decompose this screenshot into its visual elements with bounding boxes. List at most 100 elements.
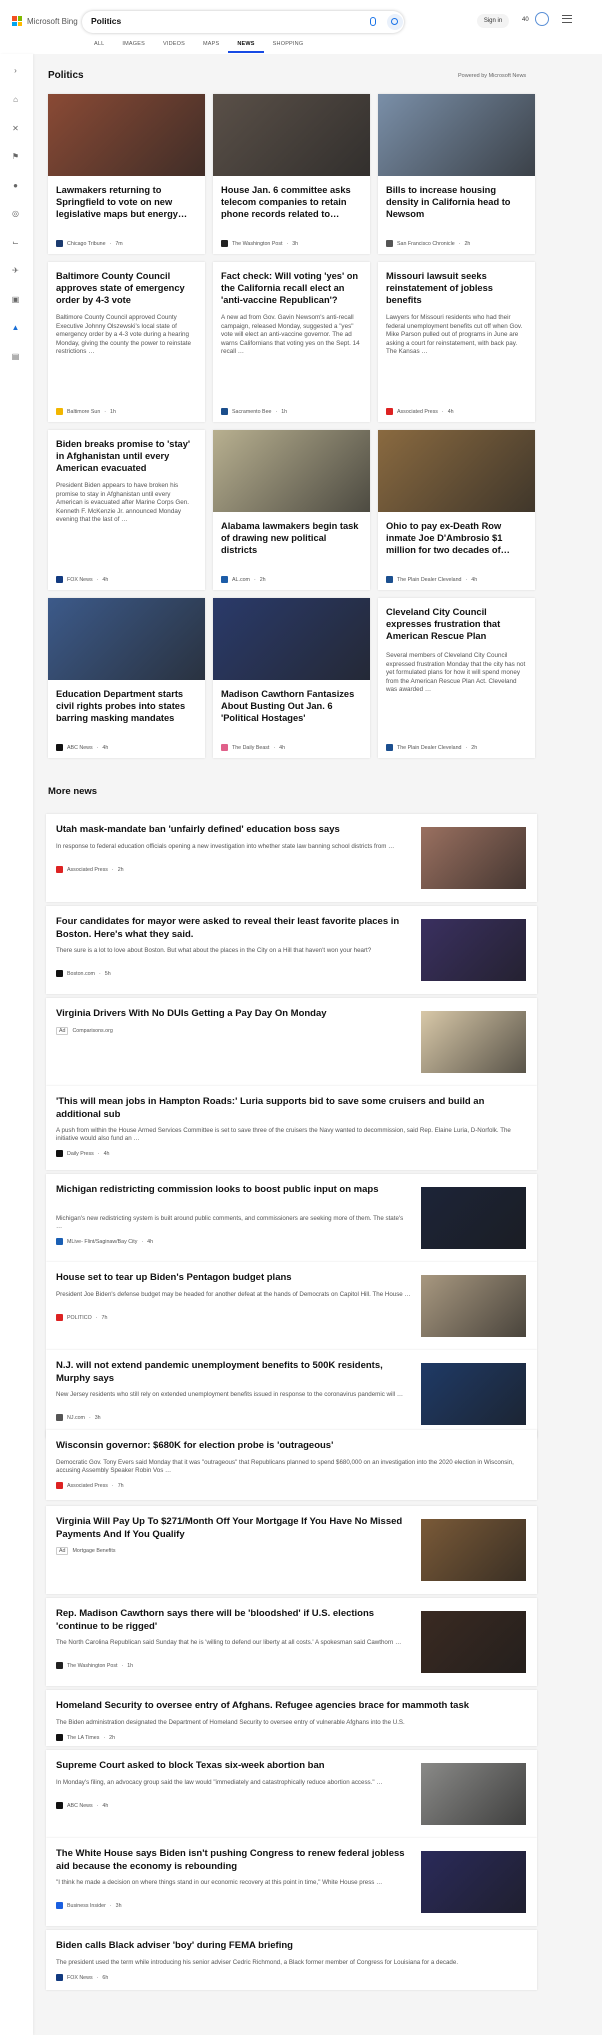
news-item-title[interactable]: Rep. Madison Cawthorn says there will be… xyxy=(56,1608,411,1633)
news-card-source[interactable]: Chicago Tribune · 7m xyxy=(56,240,123,247)
news-item-source[interactable]: Associated Press · 7h xyxy=(56,1482,124,1489)
news-item-source[interactable]: NJ.com · 3h xyxy=(56,1414,101,1421)
money-icon[interactable]: ▤ xyxy=(11,352,20,361)
flag-icon[interactable]: ⚑ xyxy=(11,152,20,161)
news-list-item[interactable]: N.J. will not extend pandemic unemployme… xyxy=(46,1350,537,1438)
news-card[interactable]: Education Department starts civil rights… xyxy=(48,598,205,758)
news-card-title[interactable]: Fact check: Will voting 'yes' on the Cal… xyxy=(213,262,370,306)
news-list-item[interactable]: Wisconsin governor: $680K for election p… xyxy=(46,1430,537,1500)
news-item-title[interactable]: Four candidates for mayor were asked to … xyxy=(56,916,411,941)
tab-all[interactable]: ALL xyxy=(85,41,113,53)
tab-news[interactable]: NEWS xyxy=(228,41,264,53)
news-card-title[interactable]: Biden breaks promise to 'stay' in Afghan… xyxy=(48,430,205,474)
tab-videos[interactable]: VIDEOS xyxy=(154,41,194,53)
news-item-source[interactable]: Ad Mortgage Benefits xyxy=(56,1547,115,1555)
news-card-title[interactable]: Baltimore County Council approves state … xyxy=(48,262,205,306)
news-item-thumbnail[interactable] xyxy=(421,1851,526,1913)
globe-icon[interactable]: ◎ xyxy=(11,209,20,218)
news-item-source[interactable]: Ad Comparisons.org xyxy=(56,1027,113,1035)
news-item-source[interactable]: Boston.com · 5h xyxy=(56,970,111,977)
news-list-item[interactable]: Four candidates for mayor were asked to … xyxy=(46,906,537,994)
news-card-source[interactable]: The Plain Dealer Cleveland · 2h xyxy=(386,744,477,751)
sign-in-button[interactable]: Sign in xyxy=(477,14,509,28)
news-card-title[interactable]: Lawmakers returning to Springfield to vo… xyxy=(48,176,205,234)
news-item-thumbnail[interactable] xyxy=(421,919,526,981)
news-item-thumbnail[interactable] xyxy=(421,1363,526,1425)
news-card-source[interactable]: San Francisco Chronicle · 2h xyxy=(386,240,470,247)
news-card-image[interactable] xyxy=(378,94,535,176)
news-card[interactable]: Missouri lawsuit seeks reinstatement of … xyxy=(378,262,535,422)
home-icon[interactable]: ⌂ xyxy=(11,95,20,104)
expand-sidebar-icon[interactable]: › xyxy=(11,66,20,75)
news-list-item[interactable]: Virginia Drivers With No DUIs Getting a … xyxy=(46,998,537,1086)
news-list-item[interactable]: Michigan redistricting commission looks … xyxy=(46,1174,537,1262)
location-pin-icon[interactable]: ● xyxy=(11,181,20,190)
news-card[interactable]: Cleveland City Council expresses frustra… xyxy=(378,598,535,758)
news-item-thumbnail[interactable] xyxy=(421,1275,526,1337)
news-list-item[interactable]: Homeland Security to oversee entry of Af… xyxy=(46,1690,537,1746)
news-item-title[interactable]: Michigan redistricting commission looks … xyxy=(56,1184,411,1197)
news-card[interactable]: House Jan. 6 committee asks telecom comp… xyxy=(213,94,370,254)
news-card-image[interactable] xyxy=(213,430,370,512)
news-item-title[interactable]: 'This will mean jobs in Hampton Roads:' … xyxy=(56,1096,526,1121)
news-card-source[interactable]: FOX News · 4h xyxy=(56,576,108,583)
news-list-item[interactable]: Biden calls Black adviser 'boy' during F… xyxy=(46,1930,537,1990)
news-card-image[interactable] xyxy=(213,598,370,680)
news-card[interactable]: Madison Cawthorn Fantasizes About Bustin… xyxy=(213,598,370,758)
news-card[interactable]: Baltimore County Council approves state … xyxy=(48,262,205,422)
news-list-item[interactable]: Utah mask-mandate ban 'unfairly defined'… xyxy=(46,814,537,902)
news-card-source[interactable]: Sacramento Bee · 1h xyxy=(221,408,287,415)
news-card[interactable]: Fact check: Will voting 'yes' on the Cal… xyxy=(213,262,370,422)
news-item-title[interactable]: Virginia Drivers With No DUIs Getting a … xyxy=(56,1008,411,1021)
news-item-source[interactable]: MLive- Flint/Saginaw/Bay City · 4h xyxy=(56,1238,153,1245)
news-card-title[interactable]: Alabama lawmakers begin task of drawing … xyxy=(213,512,370,570)
news-card[interactable]: Biden breaks promise to 'stay' in Afghan… xyxy=(48,430,205,590)
news-item-title[interactable]: Supreme Court asked to block Texas six-w… xyxy=(56,1760,411,1773)
news-card-source[interactable]: Baltimore Sun · 1h xyxy=(56,408,116,415)
entertainment-icon[interactable]: ▣ xyxy=(11,295,20,304)
news-card-source[interactable]: ABC News · 4h xyxy=(56,744,108,751)
news-item-title[interactable]: Biden calls Black adviser 'boy' during F… xyxy=(56,1940,526,1953)
news-card-source[interactable]: Associated Press · 4h xyxy=(386,408,454,415)
news-item-source[interactable]: The Washington Post · 1h xyxy=(56,1662,133,1669)
news-item-title[interactable]: House set to tear up Biden's Pentagon bu… xyxy=(56,1272,411,1285)
news-item-title[interactable]: N.J. will not extend pandemic unemployme… xyxy=(56,1360,411,1385)
news-item-source[interactable]: Associated Press · 2h xyxy=(56,866,124,873)
news-card-image[interactable] xyxy=(48,94,205,176)
news-item-title[interactable]: Virginia Will Pay Up To $271/Month Off Y… xyxy=(56,1516,411,1541)
bing-logo[interactable]: Microsoft Bing xyxy=(12,16,78,26)
science-icon[interactable]: ✈ xyxy=(11,266,20,275)
news-item-source[interactable]: FOX News · 6h xyxy=(56,1974,108,1981)
news-card[interactable]: Lawmakers returning to Springfield to vo… xyxy=(48,94,205,254)
business-icon[interactable]: ⌙ xyxy=(11,238,20,247)
hamburger-menu-icon[interactable] xyxy=(562,15,572,23)
news-card-source[interactable]: The Daily Beast · 4h xyxy=(221,744,285,751)
news-card-title[interactable]: Madison Cawthorn Fantasizes About Bustin… xyxy=(213,680,370,738)
trending-icon[interactable]: ✕ xyxy=(11,124,20,133)
news-item-title[interactable]: Wisconsin governor: $680K for election p… xyxy=(56,1440,526,1453)
news-list-item[interactable]: House set to tear up Biden's Pentagon bu… xyxy=(46,1262,537,1350)
news-item-thumbnail[interactable] xyxy=(421,827,526,889)
news-card-title[interactable]: Education Department starts civil rights… xyxy=(48,680,205,738)
news-item-thumbnail[interactable] xyxy=(421,1763,526,1825)
news-item-source[interactable]: Business Insider · 3h xyxy=(56,1902,122,1909)
news-item-source[interactable]: Daily Press · 4h xyxy=(56,1150,109,1157)
rewards-trophy-icon[interactable] xyxy=(535,12,549,26)
politics-icon[interactable]: ▲ xyxy=(11,323,20,332)
news-card-title[interactable]: House Jan. 6 committee asks telecom comp… xyxy=(213,176,370,234)
news-card-source[interactable]: AL.com · 2h xyxy=(221,576,266,583)
search-icon[interactable] xyxy=(387,14,403,30)
search-input[interactable]: Politics xyxy=(91,16,121,26)
news-card-image[interactable] xyxy=(48,598,205,680)
news-card-title[interactable]: Ohio to pay ex-Death Row inmate Joe D'Am… xyxy=(378,512,535,570)
news-item-source[interactable]: ABC News · 4h xyxy=(56,1802,108,1809)
news-card-title[interactable]: Cleveland City Council expresses frustra… xyxy=(378,598,535,644)
tab-images[interactable]: IMAGES xyxy=(113,41,154,53)
news-card-title[interactable]: Bills to increase housing density in Cal… xyxy=(378,176,535,234)
news-item-thumbnail[interactable] xyxy=(421,1519,526,1581)
news-item-thumbnail[interactable] xyxy=(421,1187,526,1249)
search-box[interactable]: Politics xyxy=(82,11,404,33)
news-list-item[interactable]: 'This will mean jobs in Hampton Roads:' … xyxy=(46,1086,537,1170)
news-item-thumbnail[interactable] xyxy=(421,1611,526,1673)
news-list-item[interactable]: Virginia Will Pay Up To $271/Month Off Y… xyxy=(46,1506,537,1594)
